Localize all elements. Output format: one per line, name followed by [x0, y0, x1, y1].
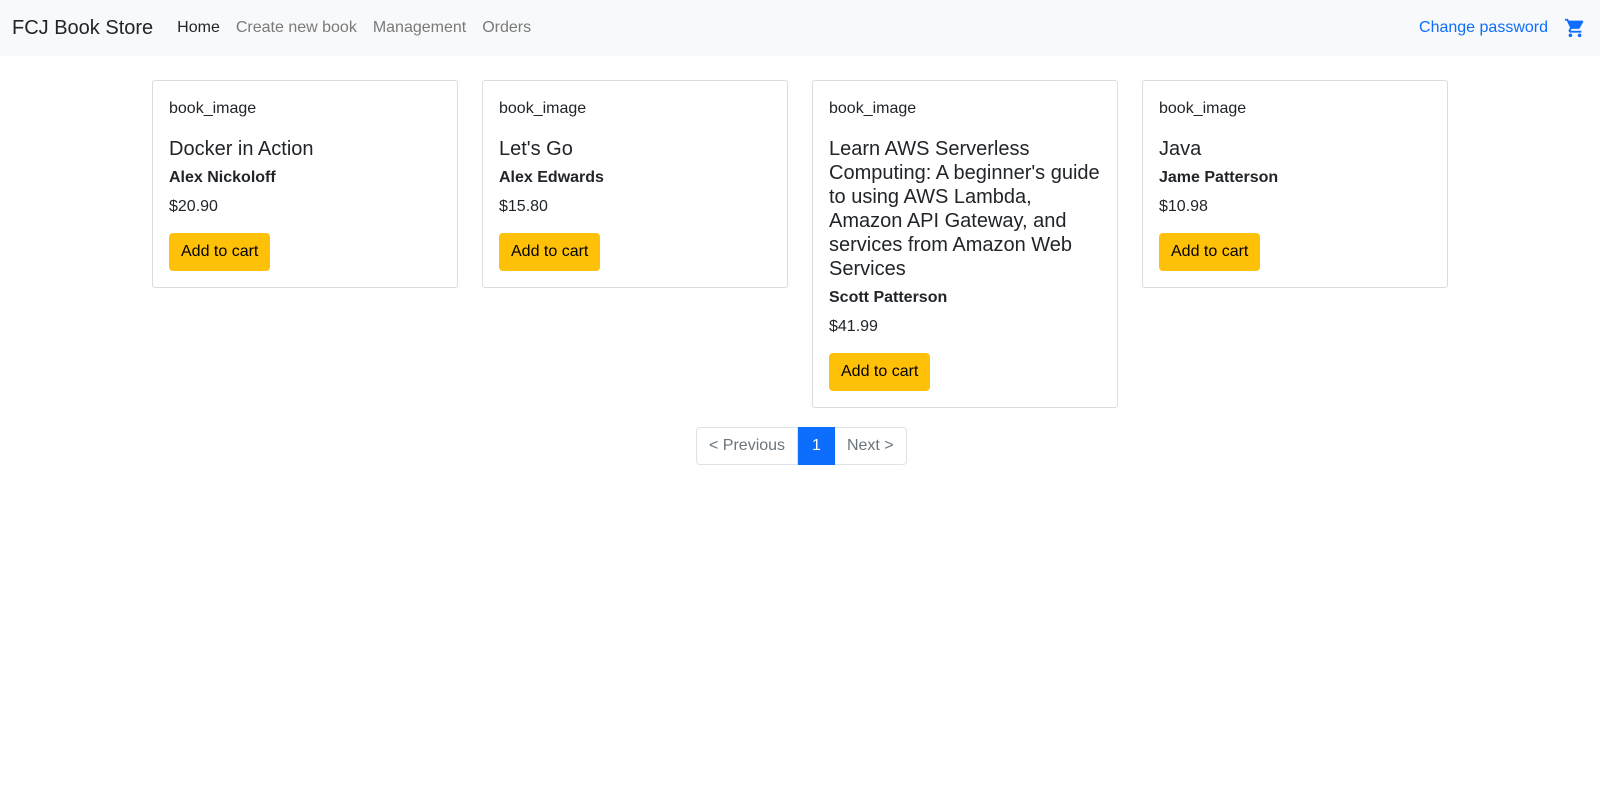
shopping-cart-icon[interactable] [1564, 17, 1586, 39]
book-card: book_image Java Jame Patterson $10.98 Ad… [1142, 80, 1448, 288]
book-price: $15.80 [499, 198, 548, 215]
book-author: Scott Patterson [829, 289, 948, 306]
change-password-link[interactable]: Change password [1419, 19, 1548, 37]
book-title: Let's Go [499, 138, 573, 160]
add-to-cart-button[interactable]: Add to cart [169, 233, 271, 271]
book-card: book_image Let's Go Alex Edwards $15.80 … [482, 80, 788, 288]
book-image: book_image [499, 97, 771, 121]
previous-page-button[interactable]: < Previous [696, 427, 799, 465]
book-image-alt-text: book_image [1159, 100, 1247, 117]
book-price: $41.99 [829, 318, 878, 335]
nav-link-management[interactable]: Management [373, 19, 466, 37]
next-page-button[interactable]: Next > [834, 427, 907, 465]
current-page-button[interactable]: 1 [798, 427, 835, 465]
add-to-cart-button[interactable]: Add to cart [499, 233, 601, 271]
book-author: Alex Edwards [499, 169, 604, 186]
book-price: $20.90 [169, 198, 218, 215]
book-title: Learn AWS Serverless Computing: A beginn… [829, 138, 1100, 280]
nav-link-home[interactable]: Home [177, 19, 220, 37]
book-card: book_image Learn AWS Serverless Computin… [812, 80, 1118, 408]
book-card: book_image Docker in Action Alex Nickolo… [152, 80, 458, 288]
book-price: $10.98 [1159, 198, 1208, 215]
nav-right: Change password [1419, 17, 1588, 39]
book-image-alt-text: book_image [829, 100, 917, 117]
book-image: book_image [1159, 97, 1431, 121]
book-card-list: book_image Docker in Action Alex Nickolo… [152, 80, 1448, 408]
nav-link-orders[interactable]: Orders [482, 19, 531, 37]
nav-link-create-new-book[interactable]: Create new book [236, 19, 357, 37]
book-image-alt-text: book_image [169, 100, 257, 117]
book-title: Java [1159, 138, 1202, 160]
nav-links: Home Create new book Management Orders [177, 19, 547, 37]
add-to-cart-button[interactable]: Add to cart [829, 353, 931, 391]
book-image: book_image [829, 97, 1101, 121]
navbar: FCJ Book Store Home Create new book Mana… [0, 0, 1600, 56]
brand-title[interactable]: FCJ Book Store [12, 17, 153, 40]
book-author: Jame Patterson [1159, 169, 1279, 186]
book-image: book_image [169, 97, 441, 121]
pagination: < Previous 1 Next > [696, 427, 907, 465]
book-author: Alex Nickoloff [169, 169, 276, 186]
book-image-alt-text: book_image [499, 100, 587, 117]
book-title: Docker in Action [169, 138, 314, 160]
add-to-cart-button[interactable]: Add to cart [1159, 233, 1261, 271]
